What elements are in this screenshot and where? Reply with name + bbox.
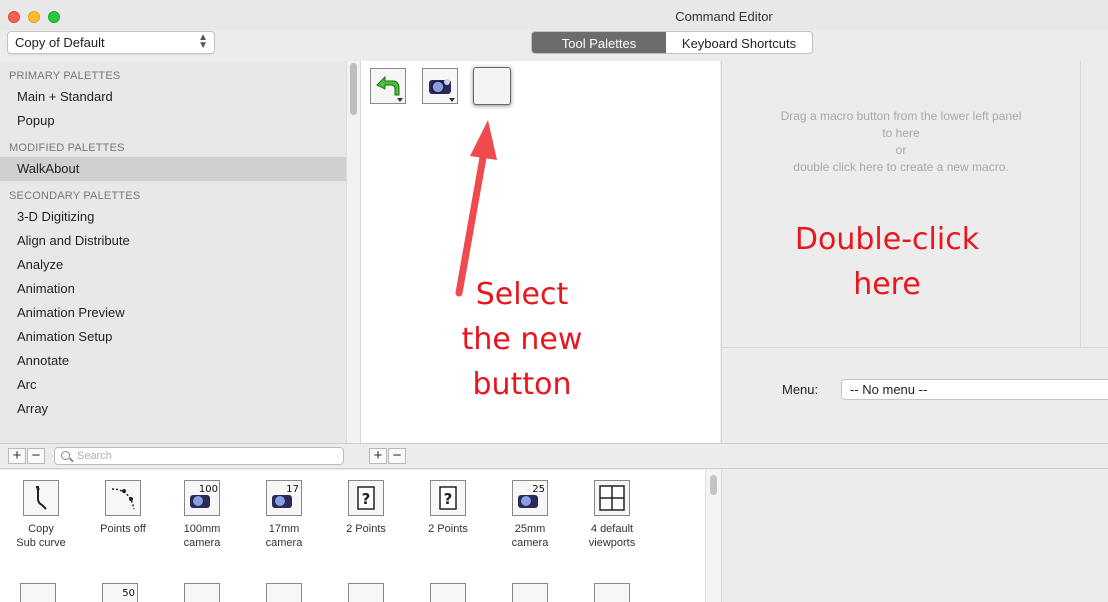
annotation-double-click-here: Double-click here	[780, 217, 994, 307]
annotation-line: Select	[475, 277, 569, 312]
annotation-line: Double-click	[794, 222, 980, 257]
annotation-line: button	[472, 367, 572, 402]
annotation-select-new-button: Select the new button	[440, 272, 604, 407]
annotation-line: here	[853, 267, 921, 302]
annotation-line: the new	[461, 322, 583, 357]
